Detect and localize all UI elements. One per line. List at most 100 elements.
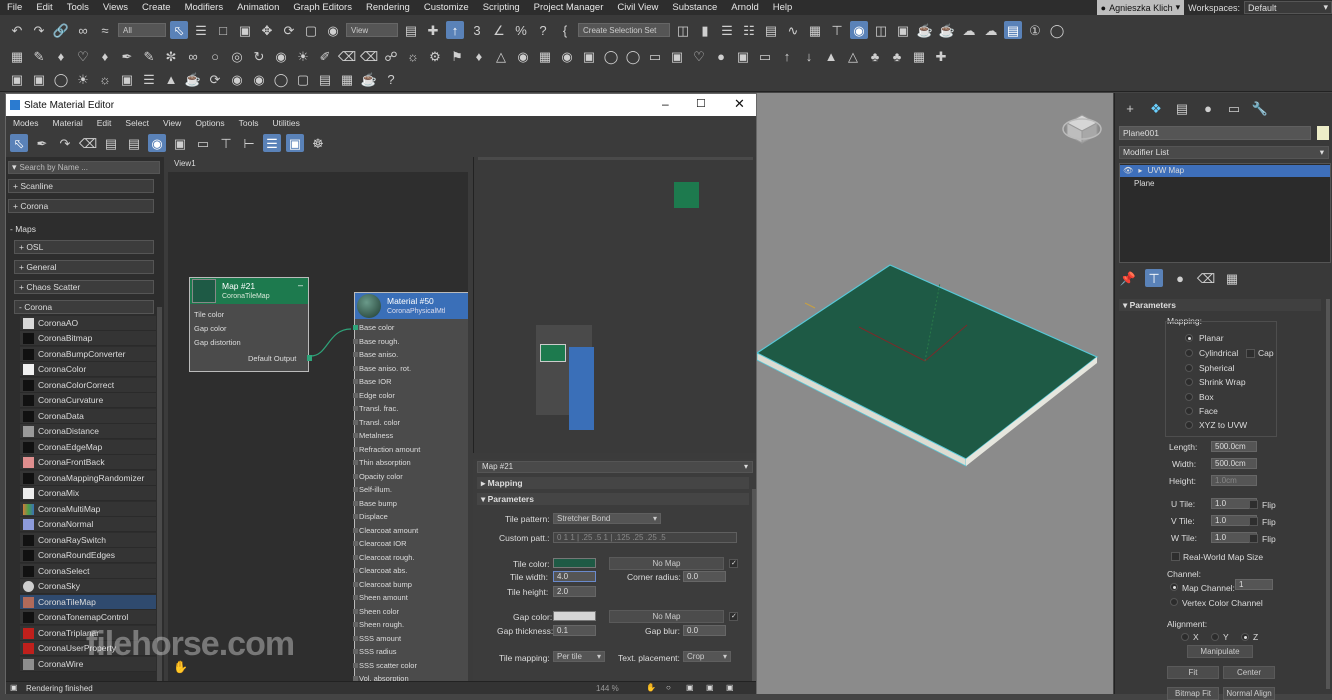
material-node-header[interactable]: Material #50 CoronaPhysicalMtl bbox=[355, 293, 468, 319]
map-node[interactable]: Map #21 CoronaTileMap – Tile color Gap c… bbox=[189, 277, 312, 372]
box-icon[interactable]: ▢ bbox=[294, 71, 312, 89]
create-tab-icon[interactable]: + bbox=[1121, 99, 1139, 117]
list-item[interactable]: CoronaCurvature bbox=[20, 393, 156, 408]
civil-view-icon[interactable]: ◯ bbox=[1048, 21, 1066, 39]
parameter-editor-icon[interactable]: ▣ bbox=[286, 134, 304, 152]
group-osl[interactable]: + OSL bbox=[14, 240, 154, 254]
render-setup-icon[interactable]: ◫ bbox=[872, 21, 890, 39]
named-selection-set-dropdown[interactable]: Create Selection Set bbox=[578, 23, 670, 37]
node-slot[interactable]: Self-illum. bbox=[359, 485, 392, 494]
list-item[interactable]: CoronaTileMap bbox=[20, 595, 156, 610]
node-slot[interactable]: Sheen rough. bbox=[359, 620, 404, 629]
eye-icon[interactable]: 👁 bbox=[1123, 166, 1133, 175]
minimize-icon[interactable]: – bbox=[662, 97, 669, 111]
group-corona-materials[interactable]: + Corona bbox=[8, 199, 154, 213]
group-chaos-scatter[interactable]: + Chaos Scatter bbox=[14, 280, 154, 294]
radio-axis-x[interactable] bbox=[1181, 633, 1189, 641]
link-icon[interactable]: 🔗 bbox=[52, 21, 70, 39]
radio-spherical[interactable] bbox=[1185, 364, 1193, 372]
rendered-frame-window-icon[interactable]: ▣ bbox=[894, 21, 912, 39]
node-slot[interactable]: Base bump bbox=[359, 499, 397, 508]
radio-box[interactable] bbox=[1185, 393, 1193, 401]
utilities-tab-icon[interactable]: 🔧 bbox=[1251, 99, 1269, 117]
input-port[interactable] bbox=[353, 595, 358, 600]
list-item[interactable]: CoronaRoundEdges bbox=[20, 548, 156, 563]
show-end-result-icon[interactable]: ⊤ bbox=[1145, 269, 1163, 287]
list-item[interactable]: CoronaRaySwitch bbox=[20, 533, 156, 548]
car-icon[interactable]: △ bbox=[492, 48, 510, 66]
swirl-icon[interactable]: ✼ bbox=[162, 48, 180, 66]
arrow-up-icon[interactable]: ↑ bbox=[778, 48, 796, 66]
light-icon[interactable]: ☀ bbox=[294, 48, 312, 66]
menu-tools[interactable]: Tools bbox=[60, 2, 96, 13]
arrow-down-icon[interactable]: ↓ bbox=[800, 48, 818, 66]
project-icon[interactable]: ① bbox=[1026, 21, 1044, 39]
corner-radius-spinner[interactable]: 0.0 bbox=[683, 571, 726, 582]
placement-icon[interactable]: ◉ bbox=[324, 21, 342, 39]
light-lister-icon[interactable]: ☼ bbox=[96, 71, 114, 89]
v-flip-checkbox[interactable] bbox=[1249, 517, 1258, 526]
menu-animation[interactable]: Animation bbox=[230, 2, 286, 13]
stack-item-uvw-map[interactable]: 👁 ▸ UVW Map bbox=[1120, 165, 1330, 177]
hierarchy-tab-icon[interactable]: ▤ bbox=[1173, 99, 1191, 117]
modeling-icon[interactable]: ♦ bbox=[52, 48, 70, 66]
input-port[interactable] bbox=[353, 379, 358, 384]
object-paint-icon[interactable]: ✎ bbox=[30, 48, 48, 66]
custom-patt-field[interactable]: 0 1 1 | .25 .5 1 | .125 .25 .25 .5 bbox=[553, 532, 737, 543]
gap-color-map-button[interactable]: No Map bbox=[609, 610, 724, 623]
node-slot[interactable]: Sheen color bbox=[359, 607, 399, 616]
bulb-icon[interactable]: ◯ bbox=[52, 71, 70, 89]
manipulate-button[interactable]: Manipulate bbox=[1187, 645, 1253, 658]
sme-menu-tools[interactable]: Tools bbox=[232, 118, 266, 128]
input-port[interactable] bbox=[353, 527, 358, 533]
tile-pattern-dropdown[interactable]: Stretcher Bond ▾ bbox=[553, 513, 661, 524]
layout-children-icon[interactable]: ⊤ bbox=[217, 134, 235, 152]
layout-icon[interactable]: ▭ bbox=[194, 134, 212, 152]
menu-graph-editors[interactable]: Graph Editors bbox=[286, 2, 359, 13]
flag-icon[interactable]: ⚑ bbox=[448, 48, 466, 66]
input-port[interactable] bbox=[353, 554, 358, 560]
bulb-icon[interactable]: ◯ bbox=[602, 48, 620, 66]
delete-icon[interactable]: ⌫ bbox=[79, 134, 97, 152]
view-tab[interactable]: View1 bbox=[168, 157, 208, 170]
render-production-icon[interactable]: ☕ bbox=[916, 21, 934, 39]
teapot-icon[interactable]: ☕ bbox=[184, 71, 202, 89]
select-by-name-icon[interactable]: ☰ bbox=[192, 21, 210, 39]
scale-icon[interactable]: ▢ bbox=[302, 21, 320, 39]
undo-icon[interactable]: ↶ bbox=[8, 21, 26, 39]
node-slot[interactable]: SSS radius bbox=[359, 647, 397, 656]
proxy-icon[interactable]: ▲ bbox=[162, 71, 180, 89]
node-slot[interactable]: Thin absorption bbox=[359, 458, 411, 467]
pen-icon[interactable]: ✐ bbox=[316, 48, 334, 66]
node-slot[interactable]: Base rough. bbox=[359, 337, 399, 346]
sun-icon[interactable]: ☀ bbox=[74, 71, 92, 89]
cmd-scrollbar[interactable] bbox=[1326, 299, 1330, 689]
selection-filter-dropdown[interactable]: All bbox=[118, 23, 166, 37]
input-port[interactable] bbox=[353, 568, 358, 573]
assign-material-icon[interactable]: ↷ bbox=[56, 134, 74, 152]
node-slot[interactable]: Base aniso. bbox=[359, 350, 398, 359]
move-icon[interactable]: ✥ bbox=[258, 21, 276, 39]
node-slot[interactable]: SSS amount bbox=[359, 634, 401, 643]
tile-mapping-dropdown[interactable]: Per tile ▾ bbox=[553, 651, 605, 662]
move-children-icon[interactable]: ▤ bbox=[102, 134, 120, 152]
close-icon[interactable]: ✕ bbox=[734, 96, 745, 112]
node-slot[interactable]: Base aniso. rot. bbox=[359, 364, 411, 373]
width-spinner[interactable]: 500.0cm bbox=[1211, 458, 1257, 469]
radio-cylindrical[interactable] bbox=[1185, 349, 1193, 357]
list-item[interactable]: CoronaBitmap bbox=[20, 331, 156, 346]
ball-icon[interactable]: ◉ bbox=[228, 71, 246, 89]
input-port[interactable] bbox=[353, 608, 358, 614]
input-port[interactable] bbox=[353, 649, 358, 654]
group-maps[interactable]: - Maps bbox=[6, 222, 158, 236]
list-item[interactable]: CoronaTonemapControl bbox=[20, 610, 156, 625]
zoom-extents-selected-icon[interactable]: ▣ bbox=[726, 683, 734, 692]
ribbon-icon[interactable]: ▤ bbox=[762, 21, 780, 39]
center-button[interactable]: Center bbox=[1223, 666, 1275, 679]
material-map-browser-icon[interactable]: ☰ bbox=[263, 134, 281, 152]
input-port[interactable] bbox=[353, 419, 358, 425]
parameters-rollout[interactable]: ▾ Parameters bbox=[477, 493, 749, 505]
camera-icon[interactable]: ▣ bbox=[734, 48, 752, 66]
menu-arnold[interactable]: Arnold bbox=[724, 2, 765, 13]
radio-xyz-to-uvw[interactable] bbox=[1185, 421, 1193, 429]
